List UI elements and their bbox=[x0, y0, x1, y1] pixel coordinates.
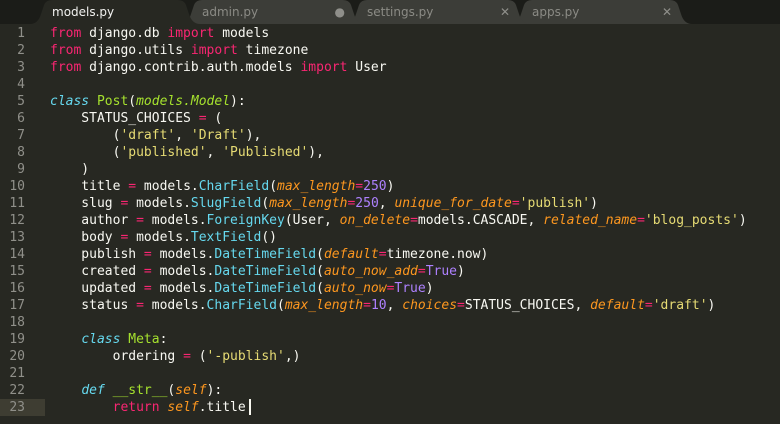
code-line[interactable]: 12 author = models.ForeignKey(User, on_d… bbox=[0, 212, 780, 229]
code-line[interactable]: 11 slug = models.SlugField(max_length=25… bbox=[0, 195, 780, 212]
line-number: 16 bbox=[9, 281, 25, 296]
tab-label: apps.py bbox=[532, 5, 580, 19]
code-line[interactable]: 5 class Post(models.Model): bbox=[0, 93, 780, 110]
line-number: 23 bbox=[9, 400, 25, 415]
modified-dot-icon[interactable]: ● bbox=[335, 0, 345, 24]
line-code: from django.utils import timezone bbox=[50, 43, 309, 58]
code-line[interactable]: 2 from django.utils import timezone bbox=[0, 42, 780, 59]
code-editor[interactable]: 1 from django.db import models 2 from djang… bbox=[0, 24, 780, 424]
code-line[interactable]: 16 updated = models.DateTimeField(auto_n… bbox=[0, 280, 780, 297]
tab-settings-py[interactable]: settings.py ✕ bbox=[345, 0, 530, 24]
line-code: author = models.ForeignKey(User, on_dele… bbox=[50, 213, 747, 228]
code-line[interactable]: 19 class Meta: bbox=[0, 331, 780, 348]
code-line[interactable]: 21 bbox=[0, 365, 780, 382]
line-number: 22 bbox=[9, 383, 25, 398]
close-icon[interactable]: ✕ bbox=[500, 0, 510, 24]
line-code: ordering = ('-publish',) bbox=[50, 349, 301, 364]
line-code: body = models.TextField() bbox=[50, 230, 278, 245]
line-number: 14 bbox=[9, 247, 25, 262]
line-code: STATUS_CHOICES = ( bbox=[50, 111, 223, 126]
code-line[interactable]: 23 return self.title bbox=[0, 399, 780, 416]
text-cursor bbox=[248, 399, 251, 415]
line-number: 13 bbox=[9, 230, 25, 245]
line-number: 9 bbox=[17, 162, 25, 177]
line-number: 15 bbox=[9, 264, 25, 279]
line-code: title = models.CharField(max_length=250) bbox=[50, 179, 395, 194]
line-number: 7 bbox=[17, 128, 25, 143]
tab-bar: models.py admin.py ● settings.py ✕ apps.py ✕ bbox=[0, 0, 780, 24]
line-number: 1 bbox=[17, 26, 25, 41]
tab-admin-py[interactable]: admin.py ● bbox=[180, 0, 365, 24]
code-line[interactable]: 10 title = models.CharField(max_length=2… bbox=[0, 178, 780, 195]
code-line[interactable]: 13 body = models.TextField() bbox=[0, 229, 780, 246]
line-number: 11 bbox=[9, 196, 25, 211]
line-code: return self.title bbox=[50, 399, 251, 416]
code-line[interactable]: 7 ('draft', 'Draft'), bbox=[0, 127, 780, 144]
tab-apps-py[interactable]: apps.py ✕ bbox=[510, 0, 692, 24]
line-number: 17 bbox=[9, 298, 25, 313]
code-line[interactable]: 22 def __str__(self): bbox=[0, 382, 780, 399]
line-code: def __str__(self): bbox=[81, 383, 223, 398]
close-icon[interactable]: ✕ bbox=[662, 0, 672, 24]
tab-label: settings.py bbox=[367, 5, 434, 19]
code-line[interactable]: 20 ordering = ('-publish',) bbox=[0, 348, 780, 365]
line-code: from django.contrib.auth.models import U… bbox=[50, 60, 387, 75]
line-number: 20 bbox=[9, 349, 25, 364]
line-number: 6 bbox=[17, 111, 25, 126]
line-code: status = models.CharField(max_length=10,… bbox=[50, 298, 716, 313]
code-line[interactable]: 15 created = models.DateTimeField(auto_n… bbox=[0, 263, 780, 280]
line-code: ('published', 'Published'), bbox=[50, 145, 324, 160]
line-number: 3 bbox=[17, 60, 25, 75]
code-line[interactable]: 3 from django.contrib.auth.models import … bbox=[0, 59, 780, 76]
tab-label: models.py bbox=[52, 5, 115, 19]
line-number: 21 bbox=[9, 366, 25, 381]
line-code: class Meta: bbox=[81, 332, 168, 347]
line-code: updated = models.DateTimeField(auto_now=… bbox=[50, 281, 434, 296]
line-code: class Post(models.Model): bbox=[50, 94, 246, 109]
line-number: 8 bbox=[17, 145, 25, 160]
line-number: 2 bbox=[17, 43, 25, 58]
line-code: ('draft', 'Draft'), bbox=[50, 128, 262, 143]
line-code: ) bbox=[50, 162, 90, 177]
tab-models-py[interactable]: models.py bbox=[30, 0, 200, 24]
code-line[interactable]: 4 bbox=[0, 76, 780, 93]
line-number: 10 bbox=[9, 179, 25, 194]
line-code: slug = models.SlugField(max_length=250, … bbox=[50, 196, 598, 211]
code-line[interactable]: 18 bbox=[0, 314, 780, 331]
line-code: created = models.DateTimeField(auto_now_… bbox=[50, 264, 465, 279]
code-line[interactable]: 1 from django.db import models bbox=[0, 25, 780, 42]
code-line[interactable]: 14 publish = models.DateTimeField(defaul… bbox=[0, 246, 780, 263]
line-number: 18 bbox=[9, 315, 25, 330]
code-line[interactable]: 17 status = models.CharField(max_length=… bbox=[0, 297, 780, 314]
line-code: from django.db import models bbox=[50, 26, 270, 41]
tab-label: admin.py bbox=[202, 5, 259, 19]
code-line[interactable]: 8 ('published', 'Published'), bbox=[0, 144, 780, 161]
line-number: 19 bbox=[9, 332, 25, 347]
line-number: 12 bbox=[9, 213, 25, 228]
line-number: 4 bbox=[17, 77, 25, 92]
code-line[interactable]: 6 STATUS_CHOICES = ( bbox=[0, 110, 780, 127]
line-number: 5 bbox=[17, 94, 25, 109]
code-line[interactable]: 9 ) bbox=[0, 161, 780, 178]
line-code: publish = models.DateTimeField(default=t… bbox=[50, 247, 489, 262]
